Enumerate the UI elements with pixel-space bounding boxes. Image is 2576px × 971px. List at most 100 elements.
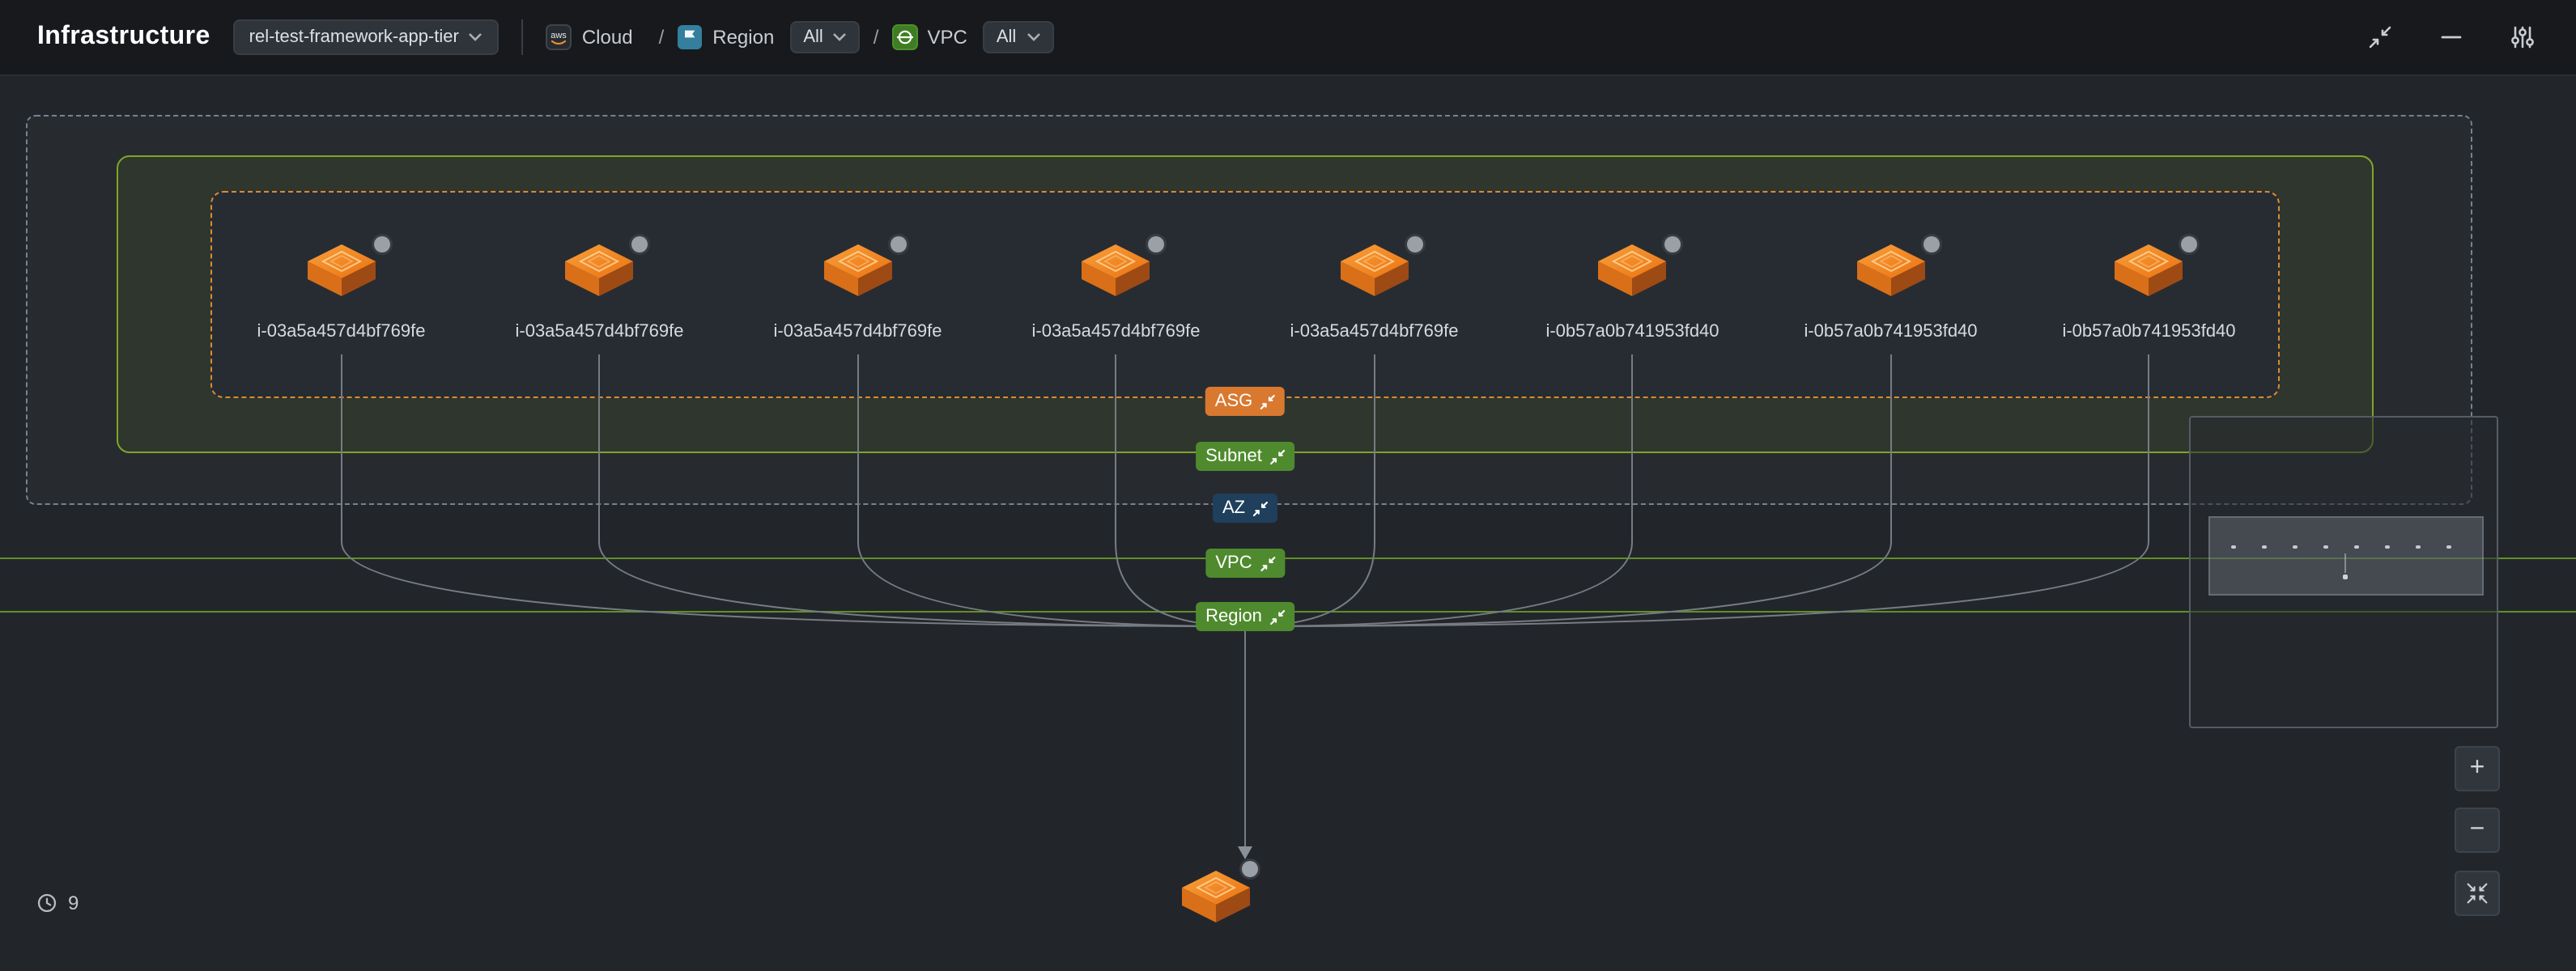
minimize-button[interactable] xyxy=(2437,23,2466,52)
status-dot xyxy=(1665,236,1681,252)
header-divider xyxy=(522,19,524,55)
collapse-arrows-icon xyxy=(1253,501,1268,515)
zoom-out-button[interactable]: − xyxy=(2455,808,2500,853)
minimap-node-dot xyxy=(2293,545,2298,549)
minimap-node-dot xyxy=(2446,545,2451,549)
status-dot xyxy=(2182,236,2198,252)
ec2-icon xyxy=(2114,243,2185,298)
status-dot xyxy=(374,236,390,252)
cloud-label: Cloud xyxy=(582,26,633,49)
badge-label: ASG xyxy=(1215,390,1252,413)
minus-icon xyxy=(2438,24,2464,50)
instance-id-label: i-0b57a0b741953fd40 xyxy=(2062,322,2235,341)
instance-id-label: i-0b57a0b741953fd40 xyxy=(1804,322,1977,341)
ec2-icon xyxy=(564,243,635,298)
plus-icon: + xyxy=(2470,756,2485,782)
ec2-instance-node[interactable]: i-03a5a457d4bf769fe xyxy=(987,193,1245,396)
collapse-badge-region[interactable]: Region xyxy=(1196,602,1294,631)
badge-label: Subnet xyxy=(1205,445,1262,468)
minimap-node-dot xyxy=(2385,545,2390,549)
ec2-icon xyxy=(306,243,377,298)
status-dot xyxy=(891,236,907,252)
chevron-down-icon xyxy=(833,32,848,42)
collapse-all-button[interactable] xyxy=(2366,23,2395,52)
ec2-icon xyxy=(1855,243,1927,298)
ec2-icon xyxy=(823,243,894,298)
collapse-arrows-icon xyxy=(1260,556,1275,570)
status-dot xyxy=(1242,861,1258,877)
status-dot xyxy=(1923,236,1940,252)
minimap-node-dot xyxy=(2323,545,2328,549)
resource-counter: 9 xyxy=(36,892,79,914)
collapse-icon xyxy=(2367,24,2393,50)
region-label: Region xyxy=(712,26,774,49)
ec2-instance-node[interactable]: i-0b57a0b741953fd40 xyxy=(1503,193,1762,396)
scope-dropdown[interactable]: rel-test-framework-app-tier xyxy=(233,19,499,55)
resource-icon xyxy=(1180,869,1252,924)
clock-icon xyxy=(36,892,58,914)
page-title: Infrastructure xyxy=(37,23,210,52)
ec2-icon xyxy=(1339,243,1410,298)
breadcrumb-separator: / xyxy=(659,26,665,49)
minimap-viewport[interactable] xyxy=(2208,516,2484,596)
minimap-node-dot xyxy=(2354,545,2359,549)
scope-dropdown-label: rel-test-framework-app-tier xyxy=(249,28,459,47)
zoom-in-button[interactable]: + xyxy=(2455,746,2500,791)
resource-count: 9 xyxy=(68,892,79,914)
vpc-filter-dropdown[interactable]: All xyxy=(984,21,1053,53)
ec2-instance-node[interactable]: i-03a5a457d4bf769fe xyxy=(1245,193,1503,396)
chevron-down-icon xyxy=(1026,32,1040,42)
asg-boundary: i-03a5a457d4bf769fe i-03a5a457d4bf769fe … xyxy=(210,191,2280,398)
display-settings-button[interactable] xyxy=(2508,23,2537,52)
instance-id-label: i-03a5a457d4bf769fe xyxy=(257,322,426,341)
minimap-node-dot xyxy=(2416,545,2421,549)
status-dot xyxy=(1149,236,1165,252)
ec2-icon xyxy=(1081,243,1152,298)
topology-canvas[interactable]: i-03a5a457d4bf769fe i-03a5a457d4bf769fe … xyxy=(0,76,2576,971)
vpc-filter-value: All xyxy=(997,28,1016,47)
fit-view-icon xyxy=(2466,880,2489,906)
collapse-arrows-icon xyxy=(1270,609,1285,624)
ec2-instance-node[interactable]: i-03a5a457d4bf769fe xyxy=(729,193,987,396)
sliders-icon xyxy=(2510,24,2536,50)
ec2-icon xyxy=(1597,243,1668,298)
vpc-icon xyxy=(891,24,917,50)
collapse-badge-vpc[interactable]: VPC xyxy=(1205,549,1284,578)
target-resource-node[interactable] xyxy=(1180,869,1252,924)
collapse-badge-az[interactable]: AZ xyxy=(1213,494,1277,523)
ec2-instance-node[interactable]: i-03a5a457d4bf769fe xyxy=(212,193,470,396)
aws-cloud-icon: aws xyxy=(546,24,572,50)
badge-label: VPC xyxy=(1215,552,1252,575)
chevron-down-icon xyxy=(469,32,483,42)
collapse-arrows-icon xyxy=(1270,449,1285,464)
region-icon xyxy=(677,24,703,50)
svg-text:aws: aws xyxy=(551,31,567,40)
status-dot xyxy=(632,236,648,252)
collapse-arrows-icon xyxy=(1260,394,1275,409)
edge-arrowhead xyxy=(1238,846,1252,859)
collapse-badge-subnet[interactable]: Subnet xyxy=(1196,442,1294,471)
badge-label: AZ xyxy=(1222,497,1245,519)
instance-id-label: i-03a5a457d4bf769fe xyxy=(774,322,942,341)
minimap-node-dot xyxy=(2262,545,2267,549)
region-filter-dropdown[interactable]: All xyxy=(790,21,860,53)
minimap-node-dot xyxy=(2231,545,2236,549)
instance-id-label: i-03a5a457d4bf769fe xyxy=(1290,322,1459,341)
breadcrumb-separator: / xyxy=(874,26,879,49)
minimap-edge xyxy=(2344,553,2346,573)
instance-id-label: i-03a5a457d4bf769fe xyxy=(1032,322,1201,341)
minimap-target-dot xyxy=(2342,575,2347,579)
app-window: Infrastructure rel-test-framework-app-ti… xyxy=(0,0,2576,971)
ec2-instance-node[interactable]: i-0b57a0b741953fd40 xyxy=(2020,193,2278,396)
minimap[interactable] xyxy=(2189,416,2498,728)
instance-id-label: i-0b57a0b741953fd40 xyxy=(1545,322,1719,341)
status-dot xyxy=(1407,236,1423,252)
ec2-instance-node[interactable]: i-0b57a0b741953fd40 xyxy=(1762,193,2020,396)
collapse-badge-asg[interactable]: ASG xyxy=(1205,387,1285,416)
header-bar: Infrastructure rel-test-framework-app-ti… xyxy=(0,0,2576,76)
fit-view-button[interactable] xyxy=(2455,871,2500,916)
vpc-label: VPC xyxy=(927,26,967,49)
badge-label: Region xyxy=(1205,605,1262,628)
ec2-instance-node[interactable]: i-03a5a457d4bf769fe xyxy=(470,193,729,396)
instance-id-label: i-03a5a457d4bf769fe xyxy=(516,322,684,341)
